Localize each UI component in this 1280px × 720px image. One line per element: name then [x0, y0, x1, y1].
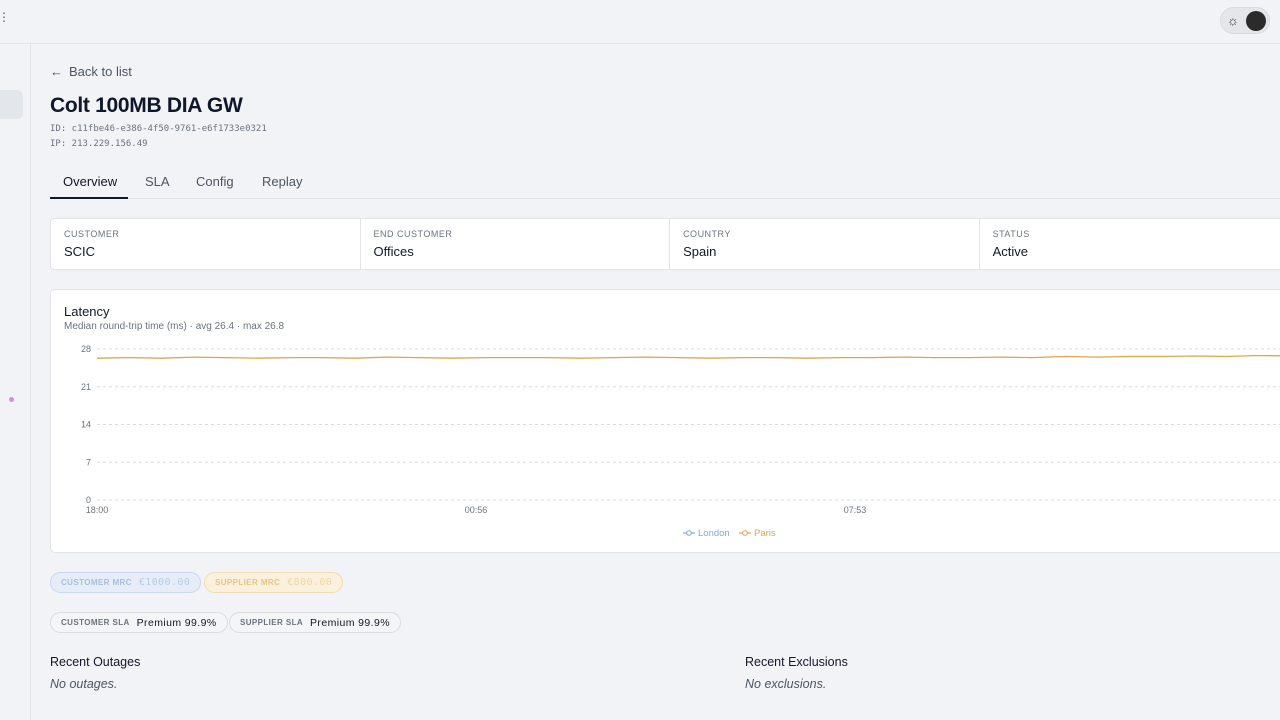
sun-icon: ☼ [1227, 13, 1239, 28]
x-tick-label: 00:56 [465, 505, 488, 515]
back-to-list-link[interactable]: ← Back to list [50, 64, 132, 79]
info-value: Offices [373, 244, 414, 259]
pill-value: €800.00 [287, 577, 333, 588]
tab-sla[interactable]: SLA [145, 174, 170, 189]
info-strip: CUSTOMER SCIC END CUSTOMER Offices COUNT… [50, 218, 1280, 270]
legend-marker [686, 530, 692, 536]
customer-mrc-pill: CUSTOMER MRC €1000.00 [50, 572, 202, 593]
info-value: SCIC [64, 244, 96, 259]
recent-outages-title: Recent Outages [50, 655, 141, 669]
y-tick-label: 14 [81, 420, 91, 430]
tab-overview[interactable]: Overview [63, 174, 117, 189]
info-value: Spain [683, 244, 717, 259]
main-content: ← Back to list Colt 100MB DIA GW ID: c11… [50, 44, 1280, 720]
info-customer: CUSTOMER SCIC [51, 219, 361, 269]
info-status: STATUS Active [980, 219, 1280, 269]
tab-bar: Overview SLA Config Replay [50, 164, 1280, 199]
supplier-mrc-pill: SUPPLIER MRC €800.00 [204, 572, 344, 593]
info-value: Active [992, 244, 1028, 259]
info-label: COUNTRY [683, 229, 731, 239]
sidebar [0, 44, 31, 720]
y-tick-label: 28 [81, 344, 91, 354]
x-tick-label: 07:53 [844, 505, 867, 515]
supplier-sla-pill: SUPPLIER SLA Premium 99.9% [229, 612, 401, 633]
exclusions-empty-text: No exclusions. [745, 677, 827, 691]
pill-value: €1000.00 [138, 577, 191, 588]
recent-exclusions-title: Recent Exclusions [745, 655, 848, 669]
legend-label: Paris [754, 528, 776, 539]
info-end-customer: END CUSTOMER Offices [361, 219, 671, 269]
arrow-left-icon: ← [50, 64, 63, 79]
y-tick-label: 21 [81, 382, 91, 392]
pill-label: CUSTOMER MRC [61, 578, 132, 587]
tab-replay[interactable]: Replay [262, 174, 302, 189]
tab-config[interactable]: Config [196, 174, 234, 189]
page-title: Colt 100MB DIA GW [50, 94, 243, 117]
back-link-label: Back to list [69, 64, 132, 79]
vertical-dots-icon[interactable]: ⋮ [0, 10, 10, 24]
sidebar-item-active[interactable] [0, 90, 23, 119]
latency-chart: 28 21 14 7 018:00 00:56 07:53 London Paris [81, 344, 1280, 539]
pill-value: Premium 99.9% [136, 616, 217, 629]
top-bar: ⋮ ☼ [0, 0, 1280, 44]
sidebar-notification-dot [9, 397, 14, 402]
y-tick-label: 7 [86, 457, 91, 467]
pill-label: SUPPLIER MRC [215, 578, 281, 587]
pill-value: Premium 99.9% [310, 616, 390, 629]
pill-label: SUPPLIER SLA [240, 618, 304, 627]
latency-chart-card: Latency Median round-trip time (ms) · av… [50, 289, 1280, 553]
info-label: CUSTOMER [64, 229, 120, 239]
circuit-id: ID: c11fbe46-e386-4f50-9761-e6f1733e0321 [50, 124, 267, 134]
circuit-ip: IP: 213.229.156.49 [50, 139, 148, 149]
info-country: COUNTRY Spain [670, 219, 980, 269]
x-tick-label: 18:00 [86, 505, 109, 515]
active-tab-indicator [50, 197, 128, 199]
info-label: END CUSTOMER [373, 229, 453, 239]
dark-mode-knob [1246, 11, 1266, 31]
pill-label: CUSTOMER SLA [61, 618, 130, 627]
outages-empty-text: No outages. [50, 677, 118, 691]
legend-marker [742, 530, 748, 536]
legend-label: London [698, 528, 730, 539]
y-tick-label: 0 [86, 495, 91, 505]
series-line-paris [96, 354, 1280, 359]
customer-sla-pill: CUSTOMER SLA Premium 99.9% [50, 612, 228, 633]
info-label: STATUS [992, 229, 1030, 239]
theme-toggle[interactable]: ☼ [1220, 7, 1270, 34]
